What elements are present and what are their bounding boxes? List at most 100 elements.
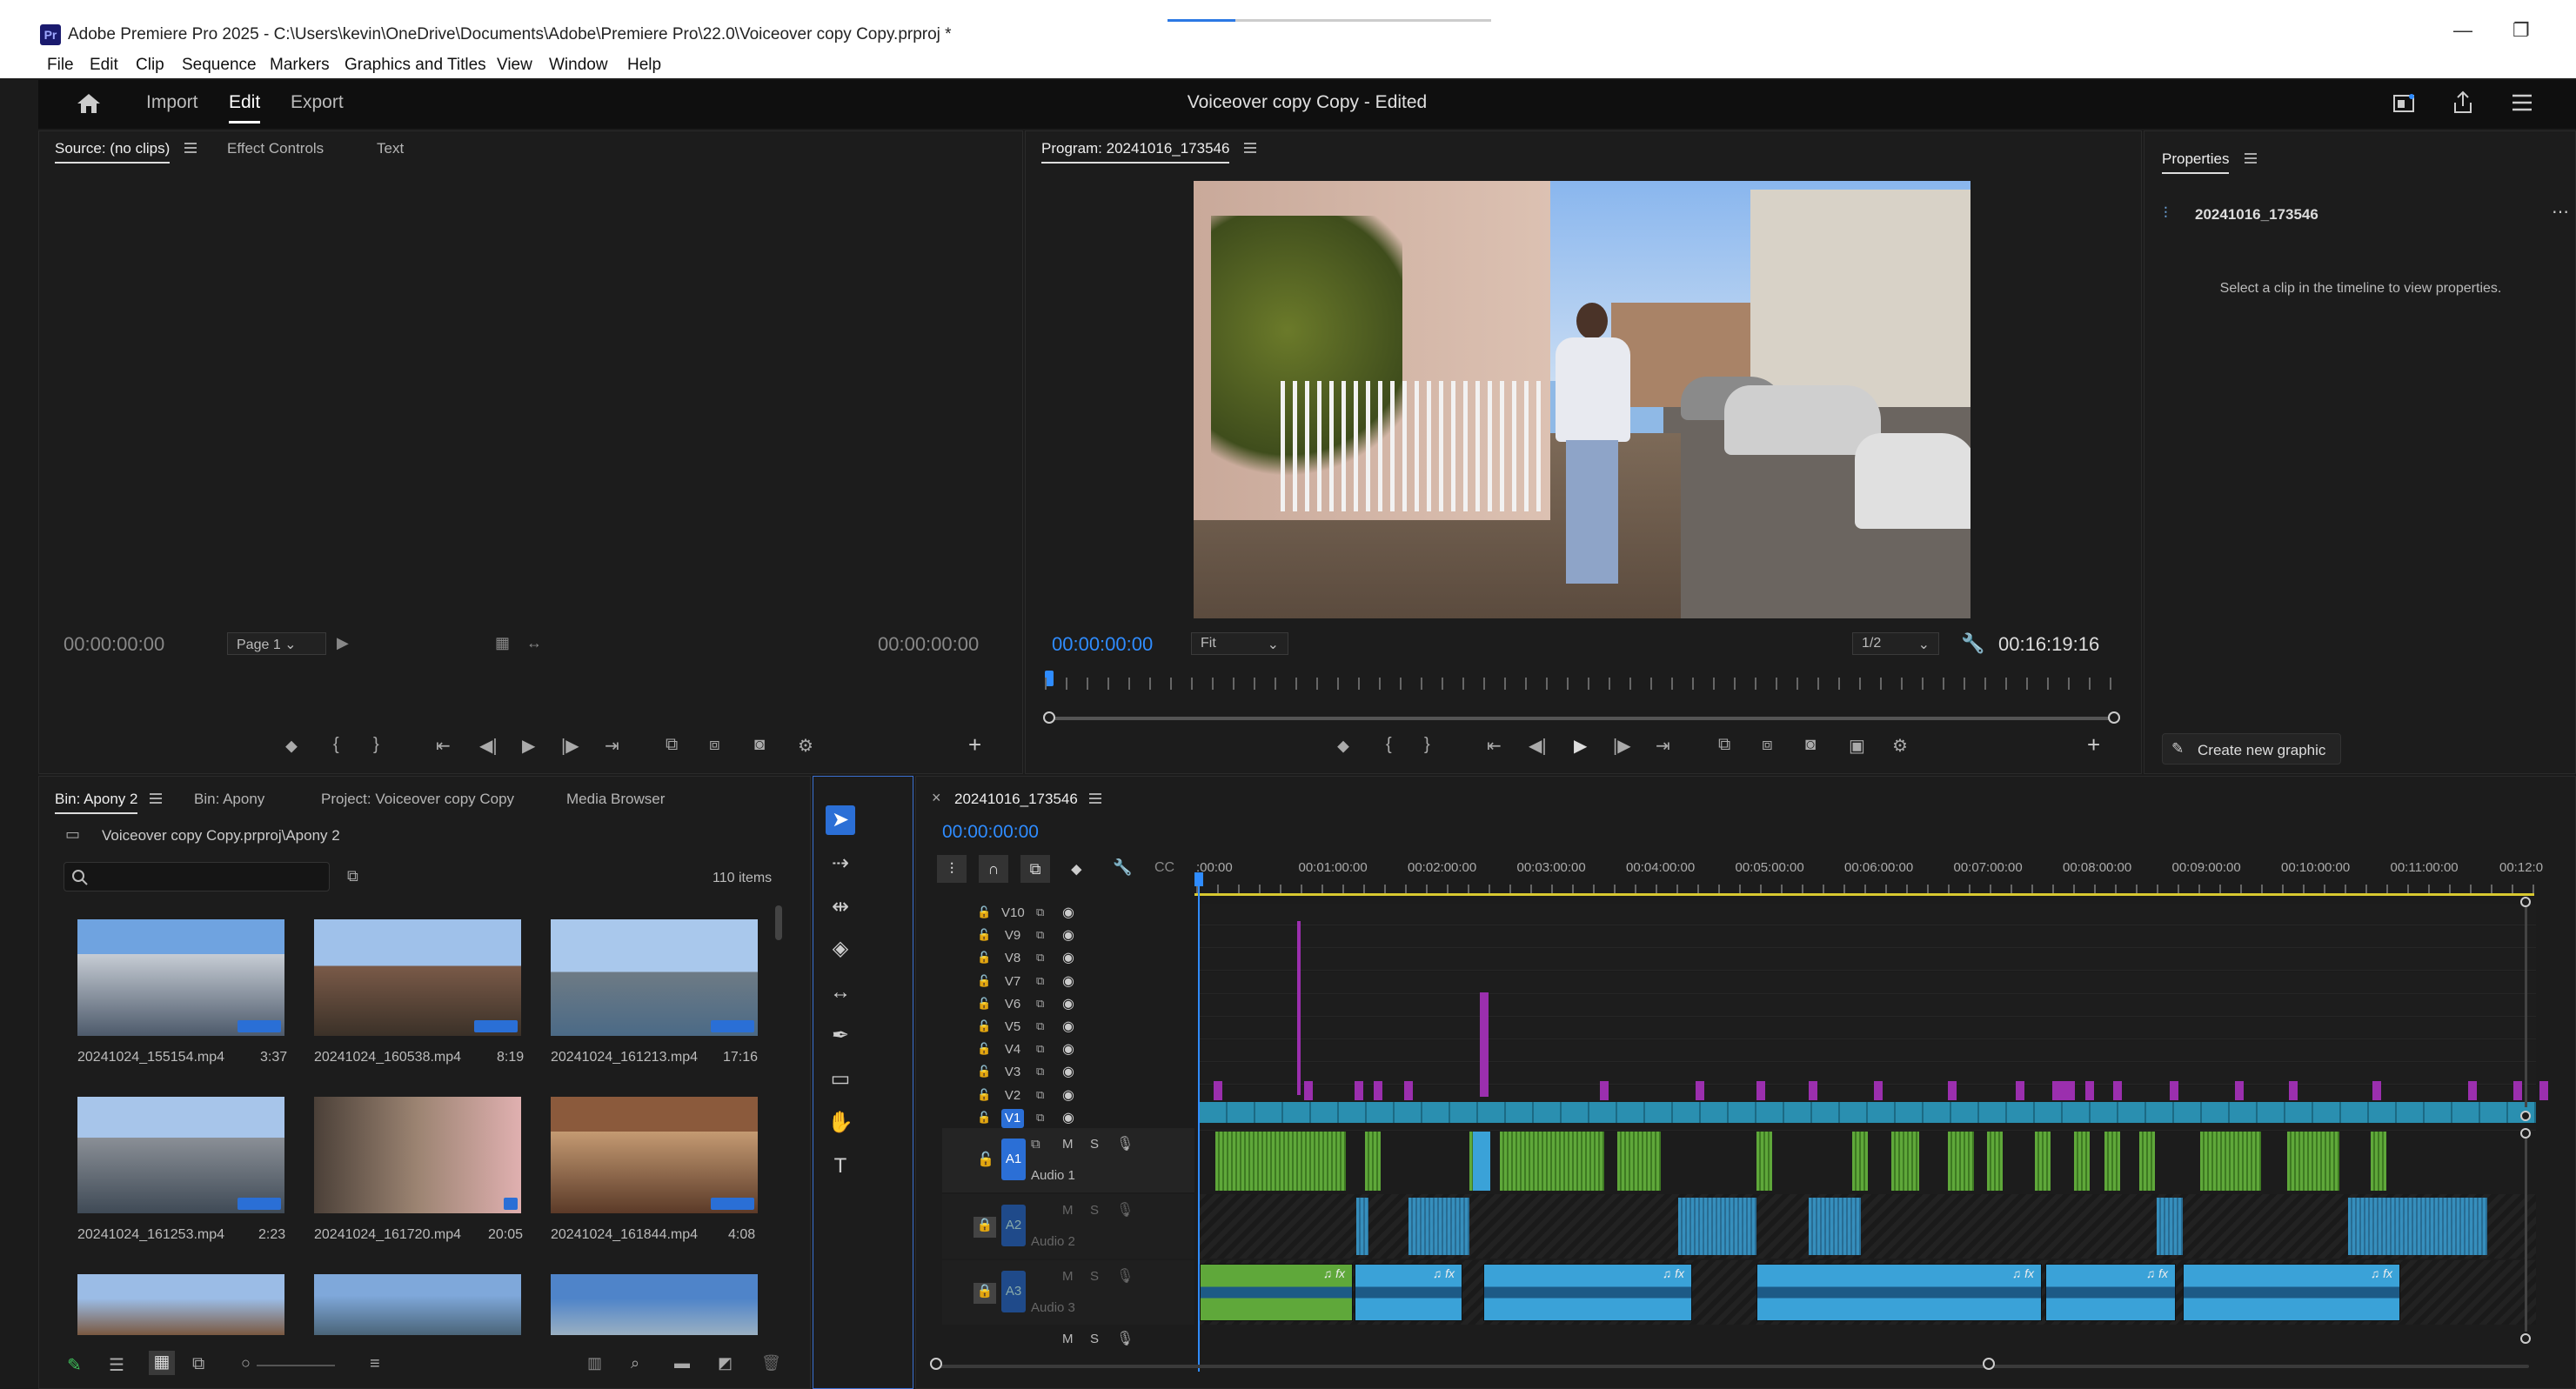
snap-magnet-icon[interactable]: ∩ [979,855,1008,883]
clip-marker[interactable] [2052,1081,2075,1100]
camera-icon[interactable]: ◙ [1805,735,1816,755]
audio-clip[interactable] [1617,1132,1661,1191]
tab-project[interactable]: Project: Voiceover copy Copy [321,791,514,808]
add-button-icon[interactable]: + [2087,731,2100,758]
track-a3-target[interactable]: A3 [1001,1271,1026,1312]
sort-icon[interactable]: ≡ [370,1354,380,1374]
tab-bin-apony-2[interactable]: Bin: Apony 2 [55,791,138,814]
workspaces-icon[interactable] [2392,92,2415,115]
lock-icon[interactable]: 🔓 [977,1019,991,1033]
clip-thumbnail[interactable] [314,1274,521,1335]
track-target[interactable]: V1 [1001,1108,1024,1128]
home-icon[interactable] [77,92,101,115]
sync-lock-icon[interactable]: ⧉ [1036,997,1044,1011]
page-select[interactable]: Page 1 ⌄ [227,632,326,655]
mark-out-icon[interactable]: } [373,735,379,755]
clip-marker[interactable] [2170,1081,2178,1100]
solo-button[interactable]: S [1090,1332,1099,1346]
clip-marker[interactable] [2513,1081,2522,1100]
mute-button[interactable]: M [1062,1269,1074,1284]
audio-clip[interactable] [1852,1132,1868,1191]
fx-badge[interactable]: ♫ fx [1323,1266,1345,1280]
audio-clip[interactable] [2348,1198,2487,1255]
clip-marker[interactable] [2113,1081,2122,1100]
pen-tool-icon[interactable]: ✒ [826,1021,855,1051]
lock-icon[interactable]: 🔓 [977,905,991,919]
fx-badge[interactable]: ♫ fx [2146,1266,2168,1280]
trash-icon[interactable]: 🗑 [761,1354,781,1372]
audio-clip[interactable] [2104,1132,2120,1191]
clip-marker[interactable] [1948,1081,1957,1100]
hamburger-icon[interactable] [184,142,197,154]
camera-icon[interactable]: ◙ [754,735,765,755]
hamburger-icon[interactable] [149,792,163,805]
audio-clip[interactable] [1891,1132,1919,1191]
audio-clip[interactable]: ♫ fx [1355,1264,1462,1321]
track-target[interactable]: V3 [1001,1063,1024,1082]
minimize-button[interactable]: — [2453,19,2472,42]
step-forward-icon[interactable]: |▶ [1613,735,1631,757]
audio-track-scrollbar[interactable] [2525,1139,2527,1332]
wrench-icon[interactable]: 🔧 [1961,632,1984,655]
play-icon[interactable]: ▶ [522,735,535,757]
v1-clip-strip[interactable] [1200,1102,2536,1123]
track-target[interactable]: V8 [1001,949,1024,968]
sync-lock-icon[interactable]: ⧉ [1036,1042,1044,1056]
track-target[interactable]: V10 [1001,904,1025,923]
v-scroll-handle[interactable] [2520,1111,2531,1121]
lock-icon[interactable]: 🔓 [977,928,991,942]
clip-thumbnail[interactable] [551,919,758,1036]
eye-icon[interactable]: ◉ [1062,904,1074,921]
mark-in-icon[interactable]: { [1386,735,1392,755]
track-target[interactable]: V5 [1001,1018,1024,1037]
a-scroll-handle[interactable] [2520,1333,2531,1344]
microphone-icon[interactable]: 🎙 [1116,1330,1134,1347]
sync-lock-icon[interactable]: ⧉ [1031,1137,1040,1152]
icon-view-icon[interactable]: ▦ [149,1351,175,1375]
clip-marker[interactable] [2085,1081,2094,1100]
program-zoom-scrollbar[interactable] [1050,717,2120,720]
insert-icon[interactable]: ⧉ [666,735,678,755]
audio-clip[interactable] [2200,1132,2261,1191]
eye-icon[interactable]: ◉ [1062,926,1074,944]
zoom-select[interactable]: Fit ⌄ [1191,632,1288,655]
program-video-frame[interactable] [1194,181,1970,618]
sync-lock-icon[interactable]: ⧉ [1036,1019,1044,1033]
mute-button[interactable]: M [1062,1137,1074,1152]
lock-icon[interactable]: 🔒 [974,1283,996,1304]
razor-tool-icon[interactable]: ◈ [826,934,855,964]
play-arrow-icon[interactable]: ▶ [337,634,349,652]
clip-thumbnail[interactable] [551,1274,758,1335]
mute-button[interactable]: M [1062,1203,1074,1218]
overwrite-icon[interactable]: ⧈ [709,735,720,755]
track-select-tool-icon[interactable]: ⇢ [826,849,855,878]
audio-clip[interactable] [2074,1132,2090,1191]
timeline-zoom-scrollbar[interactable] [937,1365,2529,1368]
lock-icon[interactable]: 🔓 [977,1088,991,1102]
menu-help[interactable]: Help [627,56,661,75]
add-marker-icon[interactable]: ⬥ [1337,737,1349,757]
mute-button[interactable]: M [1062,1332,1074,1346]
go-to-out-icon[interactable]: ⇥ [1656,735,1670,757]
clip-marker[interactable] [2539,1081,2548,1100]
clip-marker[interactable] [1756,1081,1765,1100]
extract-icon[interactable]: ⧈ [1762,735,1773,755]
step-back-icon[interactable]: ◀| [479,735,498,757]
lift-icon[interactable]: ⧉ [1718,735,1730,755]
audio-clip[interactable] [1365,1132,1381,1191]
audio-clip[interactable] [1408,1198,1469,1255]
clip-thumbnail[interactable] [77,1274,284,1335]
mark-in-icon[interactable]: { [333,735,339,755]
clip-marker[interactable] [1404,1081,1413,1100]
microphone-icon[interactable]: 🎙 [1116,1267,1134,1285]
video-track-scrollbar[interactable] [2525,907,2527,1107]
type-tool-icon[interactable]: T [826,1152,855,1181]
audio-clip[interactable] [2139,1132,2155,1191]
sync-lock-icon[interactable]: ⧉ [1036,928,1044,942]
bin-scrollbar[interactable] [775,905,782,940]
new-item-icon[interactable]: ◩ [718,1354,733,1372]
audio-clip[interactable]: ♫ fx [1200,1264,1353,1321]
timeline-ruler-ticks[interactable] [1196,885,2536,893]
step-forward-icon[interactable]: |▶ [561,735,579,757]
button-editor-icon[interactable]: ⚙ [1892,735,1908,757]
